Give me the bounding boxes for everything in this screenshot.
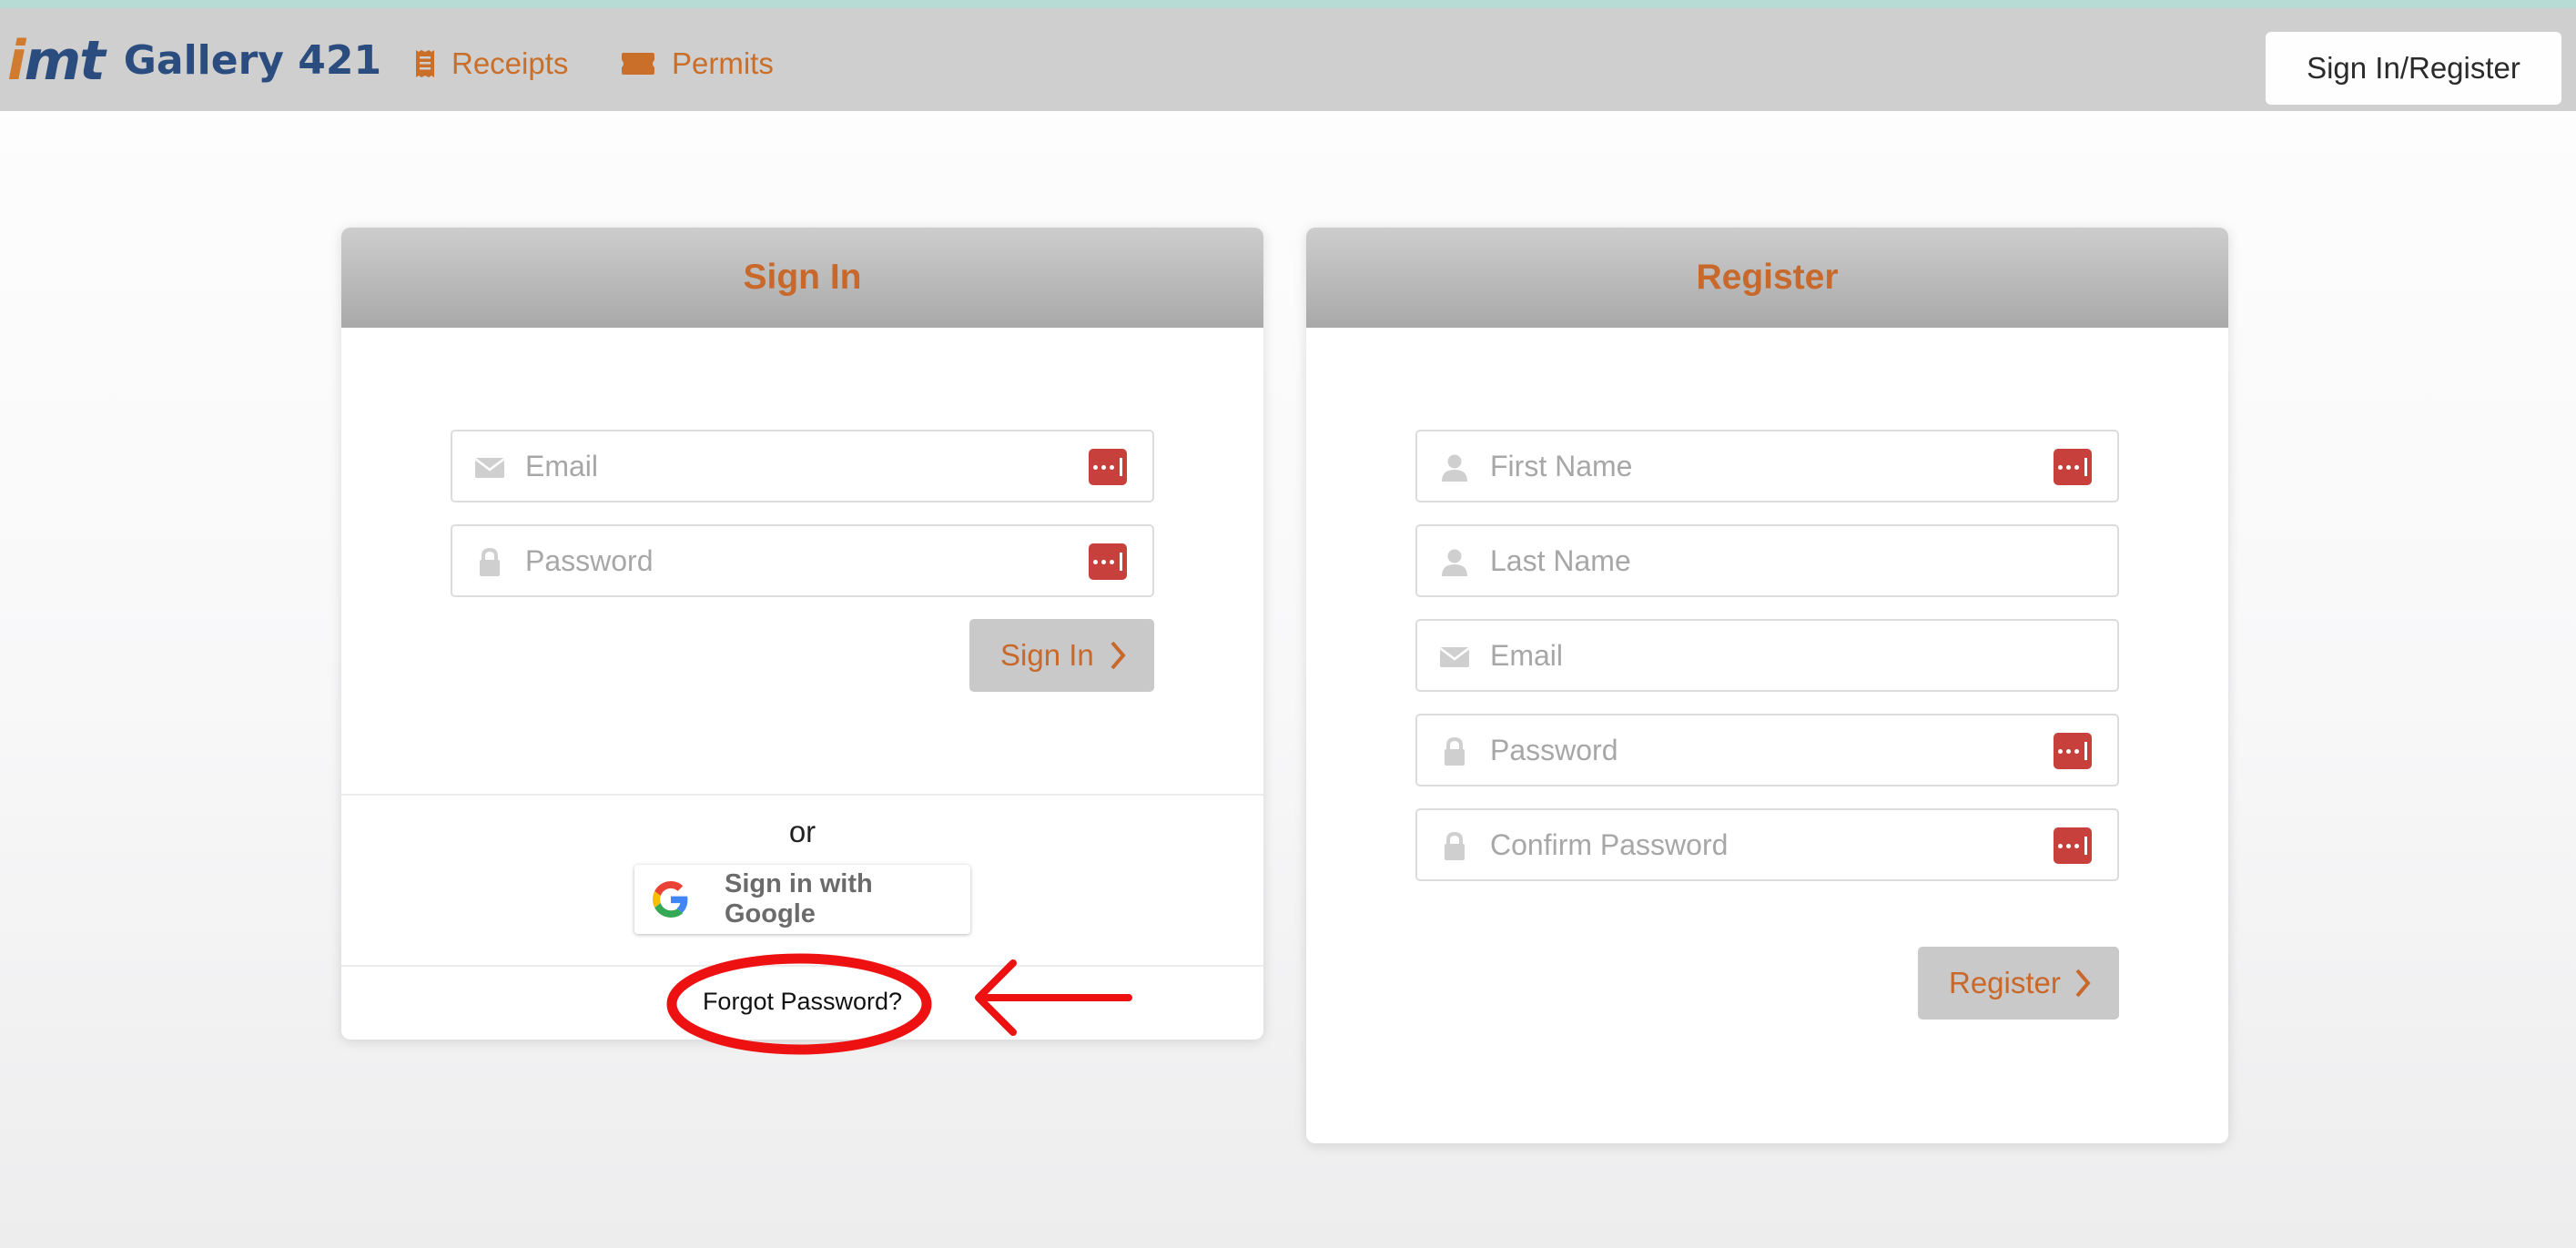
register-password-field[interactable]: Password: [1415, 714, 2119, 786]
signin-email-placeholder: Email: [525, 449, 599, 482]
google-g-icon: [653, 881, 688, 918]
google-signin-label: Sign in with Google: [725, 869, 873, 928]
logo-name: Gallery 421: [123, 37, 382, 84]
site-logo[interactable]: imt Gallery 421: [7, 34, 381, 88]
signin-submit-label: Sign In: [1000, 638, 1094, 672]
signin-card: Sign In Email Password Sign In or Sign i…: [341, 228, 1263, 1040]
register-last-name-field[interactable]: Last Name: [1415, 524, 2119, 597]
user-icon: [1442, 454, 1467, 482]
password-manager-icon[interactable]: [1089, 449, 1127, 485]
divider: [341, 965, 1263, 967]
signin-password-placeholder: Password: [525, 543, 654, 577]
ticket-icon: [622, 53, 654, 75]
chevron-right-icon: [2075, 969, 2091, 998]
nav-link-permits[interactable]: Permits: [621, 41, 774, 86]
register-title: Register: [1696, 258, 1839, 297]
or-separator: or: [788, 815, 816, 848]
password-manager-icon[interactable]: [2054, 449, 2092, 485]
signin-password-field[interactable]: Password: [451, 524, 1154, 597]
envelope-icon: [474, 458, 505, 478]
logo-mark: imt: [7, 29, 106, 93]
nav-link-receipts[interactable]: Receipts: [415, 41, 568, 86]
password-manager-icon[interactable]: [2054, 733, 2092, 769]
google-signin-button[interactable]: Sign in with Google: [634, 865, 970, 934]
register-email-field[interactable]: Email: [1415, 619, 2119, 692]
register-submit-button[interactable]: Register: [1918, 947, 2119, 1020]
signin-card-header: Sign In: [341, 228, 1263, 328]
lock-icon: [1445, 832, 1465, 860]
register-last-name-placeholder: Last Name: [1490, 543, 1631, 577]
signin-register-button[interactable]: Sign In/Register: [2266, 32, 2561, 105]
signin-email-field[interactable]: Email: [451, 430, 1154, 502]
register-card: Register First Name Last Name Email Pass…: [1306, 228, 2228, 1143]
register-confirm-password-placeholder: Confirm Password: [1490, 827, 1729, 861]
register-submit-label: Register: [1949, 966, 2061, 999]
top-accent-strip: [0, 0, 2576, 8]
register-first-name-placeholder: First Name: [1490, 449, 1633, 482]
nav-link-permits-label: Permits: [672, 46, 774, 80]
password-manager-icon[interactable]: [1089, 543, 1127, 580]
forgot-password-link[interactable]: Forgot Password?: [341, 988, 1263, 1016]
signin-title: Sign In: [743, 258, 862, 297]
envelope-icon: [1439, 647, 1470, 667]
receipt-icon: [416, 50, 434, 77]
chevron-right-icon: [1111, 641, 1126, 670]
register-password-placeholder: Password: [1490, 733, 1618, 766]
lock-icon: [480, 548, 500, 576]
signin-submit-button[interactable]: Sign In: [969, 619, 1154, 692]
lock-icon: [1445, 737, 1465, 766]
password-manager-icon[interactable]: [2054, 827, 2092, 864]
user-icon: [1442, 549, 1467, 576]
divider: [341, 794, 1263, 796]
register-email-placeholder: Email: [1490, 638, 1564, 672]
nav-link-receipts-label: Receipts: [451, 46, 569, 80]
register-first-name-field[interactable]: First Name: [1415, 430, 2119, 502]
navbar: imt Gallery 421 Receipts Permits Sign In…: [0, 8, 2576, 111]
register-card-header: Register: [1306, 228, 2228, 328]
register-confirm-password-field[interactable]: Confirm Password: [1415, 808, 2119, 881]
